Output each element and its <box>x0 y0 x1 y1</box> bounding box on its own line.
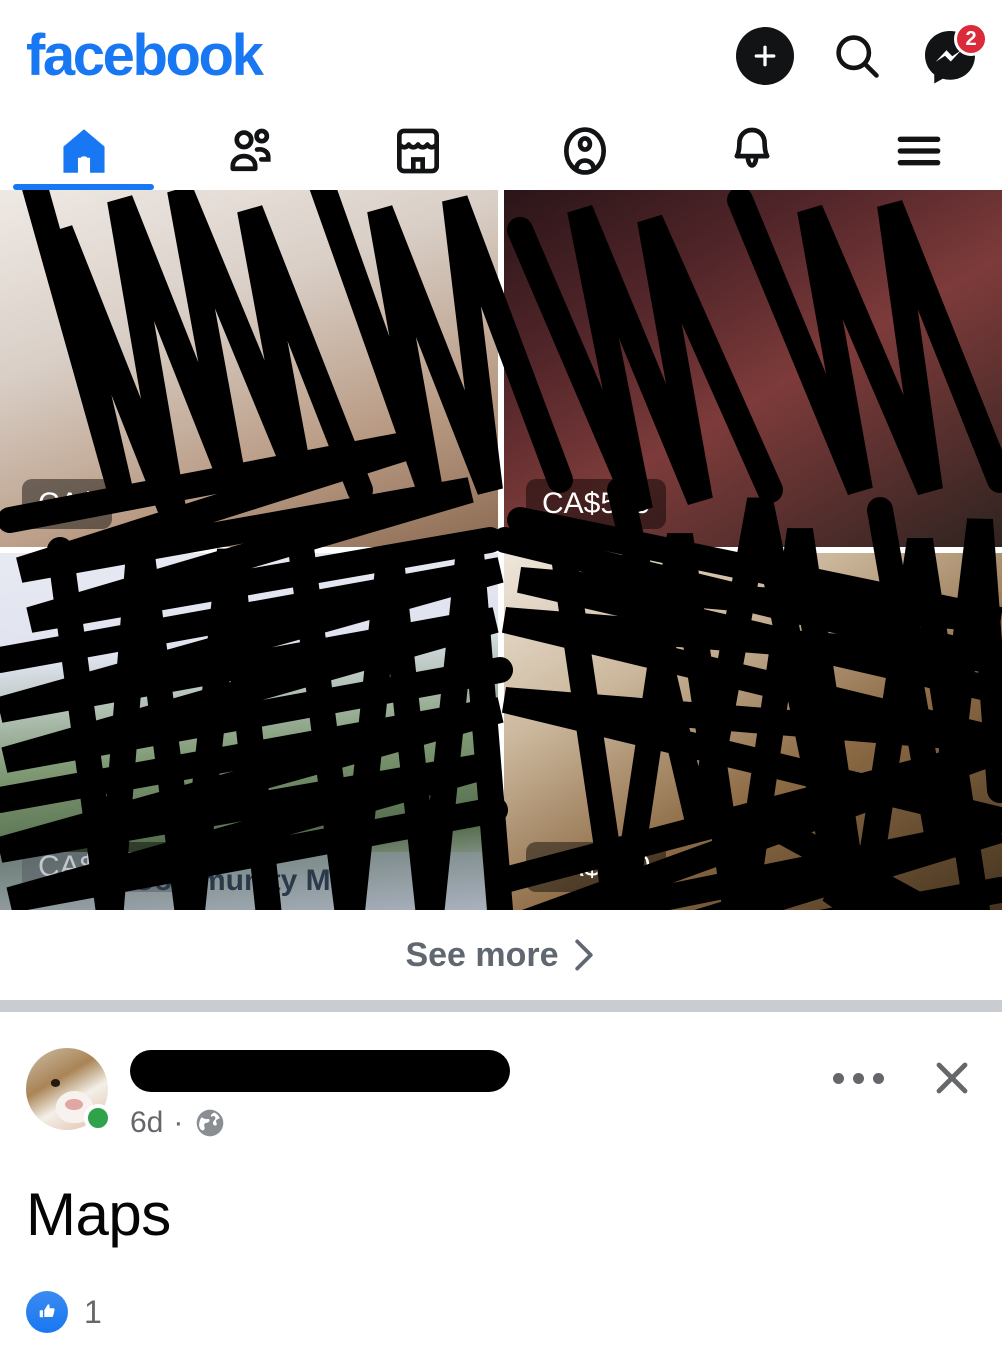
post-timestamp-row: 6d · <box>130 1106 833 1140</box>
post-author-name[interactable] <box>130 1050 510 1092</box>
friends-icon <box>229 128 271 172</box>
search-icon <box>836 35 879 78</box>
profile-video-icon <box>563 127 606 175</box>
tab-home[interactable] <box>0 112 167 190</box>
post-body-text: Maps <box>26 1181 171 1248</box>
close-icon[interactable] <box>928 1054 976 1102</box>
chevron-right-icon <box>574 939 593 971</box>
online-status-dot <box>84 1104 112 1132</box>
avatar-detail <box>50 1079 60 1087</box>
see-more-row[interactable]: See more <box>0 910 1002 1000</box>
tab-friends[interactable] <box>167 112 334 190</box>
thumbs-up-filled-icon <box>39 1304 55 1318</box>
meta-separator: · <box>173 1106 184 1139</box>
marketplace-carousel: CA$ CA$500 CA$50,000 Community Map CA$15… <box>0 190 1002 910</box>
messenger-badge: 2 <box>954 22 988 56</box>
marketplace-tile[interactable]: CA$ <box>0 190 498 547</box>
post-header: 6d · <box>0 1012 1002 1140</box>
avatar-detail <box>64 1098 83 1111</box>
header-actions: 2 <box>736 22 988 86</box>
post-reactions[interactable]: 1 <box>0 1249 1002 1333</box>
listing-price: CA$ <box>22 479 113 529</box>
bell-icon <box>734 127 769 168</box>
post-timestamp: 6d <box>130 1106 164 1139</box>
search-button[interactable] <box>828 27 886 85</box>
tab-video[interactable] <box>501 112 668 190</box>
hamburger-menu-icon <box>897 136 940 166</box>
app-header: facebook 2 <box>0 0 1002 112</box>
post-header-actions <box>833 1048 976 1102</box>
marketplace-grid: CA$ CA$500 CA$50,000 Community Map CA$15… <box>0 190 1002 910</box>
avatar[interactable] <box>26 1048 112 1132</box>
marketplace-icon <box>396 128 439 174</box>
facebook-app-screen: facebook 2 CA$ CA$500 Community Map CA$1… <box>0 0 1002 1366</box>
feed-post: 6d · Maps 1 <box>0 1012 1002 1366</box>
tab-menu[interactable] <box>835 112 1002 190</box>
post-action-bar: Like Comment Send Share <box>0 1333 1002 1366</box>
home-icon <box>62 129 105 173</box>
create-button[interactable] <box>736 27 794 85</box>
post-author-meta: 6d · <box>130 1048 833 1140</box>
marketplace-tile[interactable]: CA$500 <box>504 190 1002 547</box>
facebook-logo[interactable]: facebook <box>26 27 264 85</box>
reaction-count: 1 <box>84 1293 102 1330</box>
globe-public-icon <box>197 1109 224 1137</box>
listing-caption: Community Map <box>0 852 498 910</box>
more-options-icon[interactable] <box>833 1072 884 1084</box>
listing-price: CA$150 <box>526 842 667 892</box>
plus-icon <box>754 45 776 67</box>
like-reaction-icon <box>26 1291 68 1333</box>
tab-marketplace[interactable] <box>334 112 501 190</box>
see-more-button[interactable]: See more <box>405 936 596 975</box>
marketplace-tile[interactable]: CA$150 <box>504 553 1002 910</box>
messenger-button[interactable]: 2 <box>920 22 988 86</box>
main-nav-tabs <box>0 112 1002 190</box>
tab-notifications[interactable] <box>668 112 835 190</box>
section-divider <box>0 1000 1002 1012</box>
marketplace-tile[interactable]: CA$50,000 Community Map <box>0 553 498 910</box>
see-more-label: See more <box>405 935 559 974</box>
listing-price: CA$500 <box>526 479 667 529</box>
